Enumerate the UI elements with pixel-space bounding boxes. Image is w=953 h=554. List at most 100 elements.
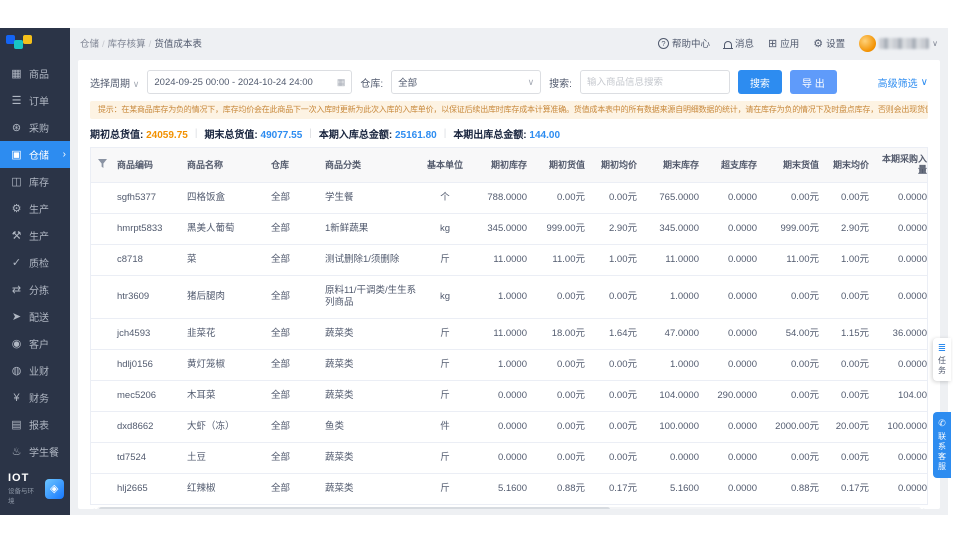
- table-cell: 1.15元: [823, 318, 873, 350]
- period-label: 选择周期: [90, 78, 130, 90]
- table-cell: 0.00元: [531, 182, 589, 214]
- breadcrumb: 仓储 / 库存核算 / 货值成本表: [80, 36, 202, 50]
- sidebar-item-配送[interactable]: ➤ 配送: [0, 303, 70, 330]
- table-cell: 全部: [267, 318, 321, 350]
- table-cell: 0.88元: [531, 473, 589, 505]
- table-row: dxd8662 大虾（冻） 全部 鱼类件 0.0000 0.00元 0.00元 100.000…: [91, 411, 927, 443]
- sidebar-item-客户[interactable]: ◉ 客户: [0, 330, 70, 357]
- content-card: 选择周期 ∨ 2024-09-25 00:00 - 2024-10-24 24:…: [78, 60, 940, 509]
- table-cell: 全部: [267, 380, 321, 412]
- table-row: mec5206 木耳菜 全部 蔬菜类斤 0.0000 0.00元 0.00元 104.0000…: [91, 380, 927, 412]
- table-cell: 0.00元: [589, 349, 641, 381]
- row-spacer-cell: [91, 213, 113, 245]
- row-spacer-cell: [91, 380, 113, 412]
- scroll-left-icon[interactable]: ‹: [92, 505, 95, 510]
- search-input[interactable]: [586, 76, 723, 88]
- cost-table-wrap: 商品编码 商品名称 仓库 商品分类 基本单位 期初库存 期初货值 期初均价 期末库存 超支库存 期末…: [90, 147, 928, 505]
- sidebar-item-label: 业财: [29, 367, 49, 378]
- app-window: ▦ 商品 ☰ 订单 ⊛ 采购 ▣ 仓储 › ◫ 库存 ⚙ 生产 ⚒ 生产 ✓ 质检 ⇄ 分拣 ➤ 配送 ◉ 客户 ◍ 业财 ¥ 财务…: [0, 28, 948, 515]
- sidebar-item-label: 质检: [29, 259, 49, 270]
- table-cell: 蔬菜类: [321, 380, 421, 412]
- table-cell: 全部: [267, 213, 321, 245]
- settings-button[interactable]: ⚙ 设置: [813, 36, 846, 51]
- app-logo[interactable]: [0, 28, 70, 56]
- sidebar-item-生产[interactable]: ⚒ 生产: [0, 222, 70, 249]
- table-cell: 0.0000: [469, 442, 531, 474]
- calendar-icon: ▦: [336, 76, 346, 87]
- warehouse-select[interactable]: 全部 ∨: [391, 70, 542, 94]
- table-cell: 20.00元: [823, 411, 873, 443]
- table-cell: 斤: [421, 380, 469, 412]
- table-cell: 0.00元: [531, 275, 589, 319]
- sidebar-item-质检[interactable]: ✓ 质检: [0, 249, 70, 276]
- table-row: c8718 菜全部 测试删除1/须删除斤 11.0000 11.00元 1.00元 11.0…: [91, 244, 927, 276]
- sidebar-item-报表[interactable]: ▤ 报表: [0, 411, 70, 438]
- sidebar-item-采购[interactable]: ⊛ 采购: [0, 114, 70, 141]
- sidebar-item-生产[interactable]: ⚙ 生产: [0, 195, 70, 222]
- table-cell: htr3609: [113, 275, 183, 319]
- search-button[interactable]: 搜索: [737, 70, 782, 94]
- sidebar-item-label: 财务: [29, 394, 49, 405]
- user-menu[interactable]: ∨: [859, 34, 938, 52]
- table-cell: 0.0000: [703, 318, 761, 350]
- filter-funnel-icon: [97, 159, 107, 168]
- search-field-wrap: [579, 70, 730, 94]
- topbar: 仓储 / 库存核算 / 货值成本表 ? 帮助中心 消息 ⊞ 应用 ⚙ 设置 ∨: [70, 28, 948, 58]
- help-center-button[interactable]: ? 帮助中心: [657, 36, 710, 50]
- table-cell: 黄灯笼椒: [183, 349, 267, 381]
- table-cell: 11.00元: [761, 244, 823, 276]
- table-cell: 0.00元: [589, 275, 641, 319]
- summary-totals: 期初总货值: 24059.75 | 期末总货值: 49077.55 | 本期入库总金额:…: [90, 126, 928, 141]
- sidebar-item-学生餐[interactable]: ♨ 学生餐: [0, 438, 70, 464]
- summary-item: 本期出库总金额: 144.00: [453, 126, 560, 141]
- row-spacer-cell: [91, 182, 113, 214]
- row-spacer-cell: [91, 442, 113, 474]
- table-cell: 土豆: [183, 442, 267, 474]
- table-cell: 蔬菜类: [321, 349, 421, 381]
- advanced-filter-link[interactable]: 高级筛选 ∨: [878, 75, 928, 90]
- table-cell: 1.0000: [469, 349, 531, 381]
- breadcrumb-item[interactable]: 库存核算: [108, 39, 146, 50]
- column-header-期末货值: 期末货值: [761, 148, 823, 183]
- settings-label: 设置: [826, 39, 846, 50]
- table-cell: 0.0000: [703, 275, 761, 319]
- table-row: sgfh5377 四格饭盒 全部 学生餐个 788.0000 0.00元 0.00元 765.…: [91, 182, 927, 214]
- contact-support-tab[interactable]: ✆ 联系客服: [933, 412, 951, 478]
- sidebar-item-商品[interactable]: ▦ 商品: [0, 60, 70, 87]
- breadcrumb-item[interactable]: 仓储: [80, 39, 99, 50]
- table-cell: 999.00元: [531, 213, 589, 245]
- summary-item: 本期入库总金额: 25161.80: [319, 126, 437, 141]
- sidebar-iot-entry[interactable]: IOT 设备与环境 ◈: [0, 464, 70, 515]
- filter-column-header[interactable]: [91, 148, 113, 183]
- sidebar-item-订单[interactable]: ☰ 订单: [0, 87, 70, 114]
- sorting-icon: ⇄: [11, 284, 22, 296]
- export-button[interactable]: 导 出: [789, 70, 837, 94]
- scroll-right-icon[interactable]: ›: [923, 505, 926, 510]
- messages-button[interactable]: 消息: [723, 36, 754, 50]
- table-cell: 四格饭盒: [183, 182, 267, 214]
- filter-bar: 选择周期 ∨ 2024-09-25 00:00 - 2024-10-24 24:…: [90, 70, 928, 94]
- scrollbar-thumb[interactable]: [99, 507, 610, 509]
- column-header-商品分类: 商品分类: [321, 148, 421, 183]
- table-cell: 1.00元: [589, 244, 641, 276]
- sidebar-item-仓储[interactable]: ▣ 仓储 ›: [0, 141, 70, 168]
- sidebar-item-分拣[interactable]: ⇄ 分拣: [0, 276, 70, 303]
- horizontal-scrollbar[interactable]: ‹ ›: [90, 505, 928, 509]
- table-cell: 11.00元: [531, 244, 589, 276]
- scrollbar-track[interactable]: [97, 507, 921, 509]
- customer-icon: ◉: [11, 338, 22, 350]
- date-range-input[interactable]: 2024-09-25 00:00 - 2024-10-24 24:00 ▦: [147, 70, 353, 94]
- sidebar-item-业财[interactable]: ◍ 业财: [0, 357, 70, 384]
- sidebar-item-财务[interactable]: ¥ 财务: [0, 384, 70, 411]
- table-cell: 0.00元: [531, 380, 589, 412]
- period-select[interactable]: 选择周期 ∨: [90, 75, 139, 90]
- table-cell: 原料11/干调类/生生系列商品: [321, 275, 421, 319]
- table-cell: 345.0000: [641, 213, 703, 245]
- task-panel-tab[interactable]: ≣ 任务: [933, 338, 951, 381]
- chevron-down-icon: ∨: [932, 38, 938, 48]
- summary-item: 期初总货值: 24059.75: [90, 126, 188, 141]
- table-cell: 765.0000: [641, 182, 703, 214]
- sidebar-item-库存[interactable]: ◫ 库存: [0, 168, 70, 195]
- table-cell: 0.00元: [823, 182, 873, 214]
- apps-button[interactable]: ⊞ 应用: [768, 36, 799, 51]
